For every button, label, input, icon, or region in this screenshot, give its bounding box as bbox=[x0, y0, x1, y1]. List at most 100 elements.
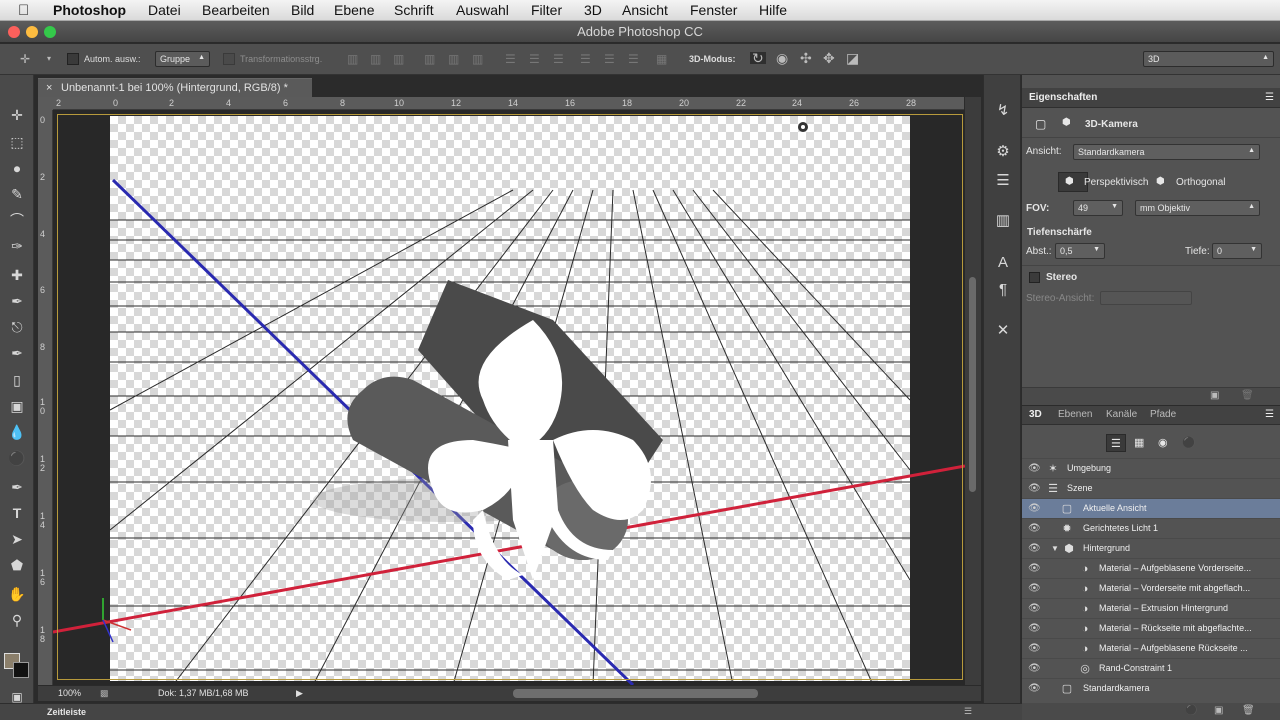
fov-unit-dropdown[interactable]: mm Objektiv ▲ bbox=[1135, 200, 1260, 216]
scale-3d-icon[interactable]: ◪ bbox=[846, 51, 859, 65]
fov-input[interactable]: 49 ▼ bbox=[1073, 200, 1123, 216]
new-item-icon[interactable]: ▣ bbox=[1210, 390, 1219, 401]
materials-filter-icon[interactable]: ◉ bbox=[1158, 436, 1168, 449]
panel-menu-icon[interactable]: ☰ bbox=[964, 706, 972, 717]
layer-row-material[interactable]: 👁 ◑ Material – Aufgeblasene Vorderseite.… bbox=[1022, 558, 1280, 578]
document-tab[interactable]: × Unbenannt-1 bei 100% (Hintergrund, RGB… bbox=[38, 78, 312, 97]
align-right-icon[interactable]: ▥ bbox=[472, 53, 483, 65]
orbit-3d-icon[interactable]: ↻ bbox=[750, 51, 766, 65]
menu-schrift[interactable]: Schrift bbox=[394, 2, 434, 18]
panel-menu-icon[interactable]: ☰ bbox=[1265, 409, 1274, 420]
background-color-swatch[interactable] bbox=[13, 662, 29, 678]
character-panel-icon[interactable]: A bbox=[992, 252, 1014, 274]
visibility-eye-icon[interactable]: 👁 bbox=[1028, 623, 1041, 635]
visibility-eye-icon[interactable]: 👁 bbox=[1028, 683, 1041, 695]
crop-tool-icon[interactable]: ⌒ bbox=[7, 210, 27, 230]
distribute-left-icon[interactable]: ☰ bbox=[580, 53, 591, 65]
delete-icon[interactable]: 🗑 bbox=[1241, 390, 1254, 401]
apple-icon[interactable]:  bbox=[18, 2, 29, 19]
eyedropper-tool-icon[interactable]: ✑ bbox=[7, 236, 27, 256]
layer-row-material[interactable]: 👁 ◑ Material – Rückseite mit abgeflachte… bbox=[1022, 618, 1280, 638]
stereo-checkbox[interactable] bbox=[1029, 272, 1040, 283]
properties-panel-icon[interactable]: ☰ bbox=[992, 170, 1014, 192]
workspace-dropdown[interactable]: 3D ▲ bbox=[1143, 51, 1274, 67]
timeline-label[interactable]: Zeitleiste bbox=[47, 707, 86, 717]
eraser-tool-icon[interactable]: ▯ bbox=[7, 370, 27, 390]
menu-auswahl[interactable]: Auswahl bbox=[456, 2, 509, 18]
tab-paths[interactable]: Pfade bbox=[1150, 409, 1176, 420]
visibility-eye-icon[interactable]: 👁 bbox=[1028, 503, 1041, 515]
adjustments-panel-icon[interactable]: ⚙ bbox=[992, 141, 1014, 163]
brush-tool-icon[interactable]: ✒ bbox=[7, 291, 27, 311]
quick-select-tool-icon[interactable]: ✎ bbox=[7, 184, 27, 204]
align-hcenter-icon[interactable]: ▥ bbox=[448, 53, 459, 65]
scroll-thumb[interactable] bbox=[969, 277, 976, 492]
visibility-eye-icon[interactable]: 👁 bbox=[1028, 583, 1041, 595]
menu-bearbeiten[interactable]: Bearbeiten bbox=[202, 2, 270, 18]
dodge-tool-icon[interactable]: ⚫ bbox=[7, 448, 27, 468]
tool-preset-dropdown-icon[interactable]: ▾ bbox=[47, 53, 51, 65]
lasso-tool-icon[interactable]: ⦁ bbox=[7, 158, 27, 178]
paragraph-panel-icon[interactable]: ¶ bbox=[992, 279, 1014, 301]
roll-3d-icon[interactable]: ◉ bbox=[776, 51, 788, 65]
status-menu-arrow-icon[interactable]: ▶ bbox=[296, 688, 303, 699]
align-bottom-icon[interactable]: ▥ bbox=[393, 53, 404, 65]
layer-row-gerichtetes-licht[interactable]: 👁 ✹ Gerichtetes Licht 1 bbox=[1022, 518, 1280, 538]
history-brush-tool-icon[interactable]: ✒ bbox=[7, 343, 27, 363]
auto-select-checkbox[interactable] bbox=[67, 53, 79, 65]
layer-row-umgebung[interactable]: 👁 ✶ Umgebung bbox=[1022, 458, 1280, 478]
visibility-eye-icon[interactable]: 👁 bbox=[1028, 463, 1041, 475]
visibility-eye-icon[interactable]: 👁 bbox=[1028, 603, 1041, 615]
canvas-area[interactable] bbox=[53, 110, 965, 685]
visibility-eye-icon[interactable]: 👁 bbox=[1028, 563, 1041, 575]
distribute-hcenter-icon[interactable]: ☰ bbox=[604, 53, 615, 65]
distribute-top-icon[interactable]: ☰ bbox=[505, 53, 516, 65]
lights-filter-icon[interactable]: ⚫ bbox=[1182, 436, 1196, 449]
perspective-label[interactable]: Perspektivisch bbox=[1084, 177, 1148, 188]
blur-tool-icon[interactable]: 💧 bbox=[7, 422, 27, 442]
panel-menu-icon[interactable]: ☰ bbox=[1265, 92, 1274, 103]
vertical-scrollbar[interactable] bbox=[965, 97, 981, 685]
pen-tool-icon[interactable]: ✒ bbox=[7, 477, 27, 497]
tab-channels[interactable]: Kanäle bbox=[1106, 409, 1137, 420]
menu-ebene[interactable]: Ebene bbox=[334, 2, 374, 18]
distribute-bottom-icon[interactable]: ☰ bbox=[553, 53, 564, 65]
gradient-tool-icon[interactable]: ▣ bbox=[7, 396, 27, 416]
menu-bild[interactable]: Bild bbox=[291, 2, 314, 18]
tab-layers[interactable]: Ebenen bbox=[1058, 409, 1092, 420]
marquee-tool-icon[interactable]: ⬚ bbox=[7, 132, 27, 152]
clone-stamp-tool-icon[interactable]: ⎋ bbox=[7, 317, 27, 337]
healing-brush-tool-icon[interactable]: ✚ bbox=[7, 265, 27, 285]
meshes-filter-icon[interactable]: ▦ bbox=[1134, 436, 1144, 449]
layer-row-material[interactable]: 👁 ◑ Material – Extrusion Hintergrund bbox=[1022, 598, 1280, 618]
orthogonal-cube-icon[interactable]: ⬢ bbox=[1156, 176, 1165, 187]
stereo-view-dropdown[interactable] bbox=[1100, 291, 1192, 305]
shape-tool-icon[interactable]: ⬟ bbox=[7, 555, 27, 575]
pan-3d-icon[interactable]: ✣ bbox=[800, 51, 812, 65]
path-select-tool-icon[interactable]: ➤ bbox=[7, 529, 27, 549]
hand-tool-icon[interactable]: ✋ bbox=[7, 584, 27, 604]
visibility-eye-icon[interactable]: 👁 bbox=[1028, 643, 1041, 655]
move-tool-icon[interactable]: ✛ bbox=[7, 105, 27, 125]
auto-align-icon[interactable]: ▦ bbox=[656, 53, 667, 65]
layer-row-rand-constraint[interactable]: 👁 ◎ Rand-Constraint 1 bbox=[1022, 658, 1280, 678]
close-tab-icon[interactable]: × bbox=[46, 82, 52, 94]
align-vcenter-icon[interactable]: ▥ bbox=[370, 53, 381, 65]
layer-comps-panel-icon[interactable]: ▥ bbox=[992, 210, 1014, 232]
history-panel-icon[interactable]: ↯ bbox=[992, 100, 1014, 122]
visibility-eye-icon[interactable]: 👁 bbox=[1028, 663, 1041, 675]
align-left-icon[interactable]: ▥ bbox=[424, 53, 435, 65]
properties-tab[interactable]: Eigenschaften bbox=[1029, 92, 1097, 103]
new-item-icon[interactable]: ▣ bbox=[1214, 705, 1223, 716]
zoom-level[interactable]: 100% bbox=[58, 688, 81, 698]
menu-datei[interactable]: Datei bbox=[148, 2, 181, 18]
tab-3d[interactable]: 3D bbox=[1029, 409, 1042, 420]
type-tool-icon[interactable]: T bbox=[7, 503, 27, 523]
menu-photoshop[interactable]: Photoshop bbox=[53, 2, 126, 18]
disclosure-triangle-icon[interactable]: ▼ bbox=[1048, 542, 1062, 556]
auto-select-dropdown[interactable]: Gruppe ▲ bbox=[155, 51, 210, 67]
menu-hilfe[interactable]: Hilfe bbox=[759, 2, 787, 18]
orthogonal-label[interactable]: Orthogonal bbox=[1176, 177, 1225, 188]
menu-filter[interactable]: Filter bbox=[531, 2, 562, 18]
zoom-tool-icon[interactable]: ⚲ bbox=[7, 610, 27, 630]
